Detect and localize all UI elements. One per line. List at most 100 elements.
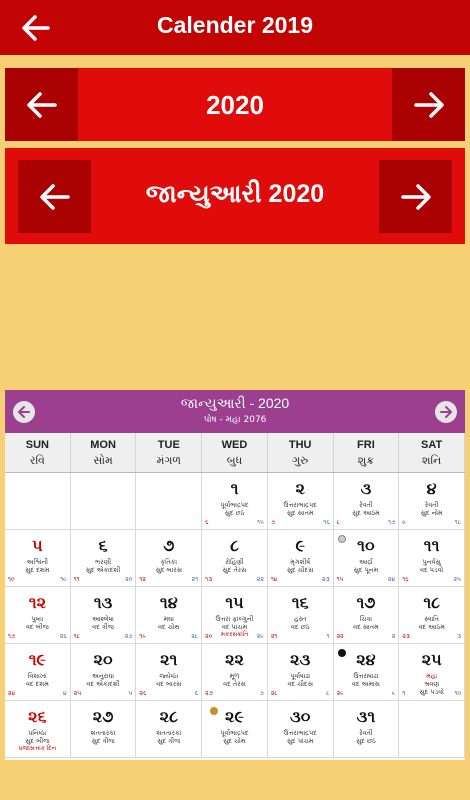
nakshatra-label: મૃગશીર્ષ [290, 558, 311, 566]
day-cell: ૧૯ વિશાખા વદ દશમ ૨૪ ૪ [5, 644, 71, 701]
day-number: ૧૪ [159, 593, 178, 612]
day-cell: ૮ રોહિણી સુદ તેરસ ૧૩ ૨૨ [202, 530, 268, 587]
weekday-en: THU [288, 439, 312, 451]
day-number: ૬ [98, 536, 108, 555]
day-cell: ૧ પૂર્વાભાદ્રપદ સુદ છઠ ૬ ૧૫ [202, 473, 268, 530]
day-cell: ૨૪ ઉત્તરાષાઢા વદ અમાસ ૨૯ ૯ [333, 644, 400, 701]
day-cell: ૩ રેવતી સુદ આઠમ ૮ ૧૭ [333, 473, 400, 530]
app-title: Calender 2019 [157, 12, 313, 38]
lunar-day-number: ૯ [402, 519, 406, 526]
arrow-right-icon [413, 91, 444, 118]
day-number: ૧૬ [291, 593, 309, 612]
day-cell: ૧૮ સ્વાતિ વદ આઠમ ૨૩ ૩ [399, 587, 465, 644]
alt-day-number: ૫ [128, 690, 133, 697]
weekday-en: SAT [421, 439, 443, 451]
alt-day-number: ૨૬ [59, 633, 67, 640]
day-number: ૧૩ [93, 593, 113, 612]
weekday-en: MON [90, 439, 116, 451]
day-cell: ૨૭ શતતારકા સુદ ત્રીજ [70, 701, 137, 758]
weekday-sun: SUN રવિ [5, 433, 71, 472]
day-cell [5, 473, 71, 530]
lunar-day-number: ૧૦ [8, 576, 15, 583]
tithi-label: સુદ છઠ [224, 509, 245, 517]
tithi-label: સુદ બારસ [155, 566, 182, 574]
day-number: ૧૮ [423, 593, 440, 612]
alt-day-number: ૨ [391, 633, 396, 640]
calendar-image: જાન્યુઆરી - 2020 પોષ - મહા 2076 SUN રવિ MO… [5, 390, 465, 760]
nakshatra-label: પૂર્વાભાદ્રપદ [220, 501, 249, 509]
day-cell: ૨૩ પૂર્વાષાઢા વદ ચૌદસ ૨૮ ૮ [267, 644, 334, 701]
weekday-gu: શુક્ર [357, 454, 375, 467]
alt-day-number: ૭ [259, 690, 264, 697]
alt-day-number: ૧૯ [60, 576, 67, 583]
day-number: ૨૬ [28, 707, 47, 726]
lunar-day-number: ૨૯ [336, 690, 344, 697]
day-number: ૨૫ [421, 650, 442, 669]
calendar-grid: ૧ પૂર્વાભાદ્રપદ સુદ છઠ ૬ ૧૫ ૨ ઉત્તરાભાદ્રપદ સુદ… [5, 473, 465, 758]
day-cell: ૧૭ ચિત્રા વદ સાતમ ૨૨ ૨ [333, 587, 400, 644]
alt-day-number: ૨૫ [453, 576, 461, 583]
nakshatra-label: રેવતી [359, 729, 373, 737]
day-cell: ૬ ભરણી સુદ એકાદશી ૧૧ ૨૦ [70, 530, 137, 587]
alt-day-number: ૧ [326, 633, 330, 640]
nakshatra-label: મહા [426, 672, 438, 680]
day-cell: ૨ ઉત્તરાભાદ્રપદ સુદ સાતમ ૭ ૧૬ [267, 473, 334, 530]
nakshatra-label: ઉત્તરા ફાલ્ગુની [215, 615, 254, 623]
day-cell: ૧૨ પુષ્ય વદ બીજ ૧૭ ૨૬ [5, 587, 71, 644]
tithi-label: સુદ ત્રીજ [91, 737, 115, 745]
calendar-sub-title: પોષ - મહા 2076 [203, 415, 267, 425]
alt-day-number: ૩ [457, 633, 461, 640]
tithi-label: સુદ ચૌદસ [286, 566, 314, 574]
day-number: ૨૭ [92, 707, 114, 726]
lunar-day-number: ૨૬ [139, 690, 147, 697]
nakshatra-label: આશ્લેષા [92, 615, 114, 623]
day-cell: ૧૫ ઉત્તરા ફાલ્ગુની વદ પાંચમ મકરસંક્રાંતિ ૨૦ ૨… [202, 587, 268, 644]
lunar-day-number: ૧૭ [8, 633, 16, 640]
weekday-en: SUN [25, 439, 49, 451]
weekday-gu: શનિ [422, 454, 442, 467]
tithi-label: સુદ દશમ [25, 566, 50, 574]
nakshatra-label: મૂળ [229, 672, 240, 680]
full-moon-icon [337, 535, 346, 543]
tithi-label: સુદ છઠ [356, 737, 376, 745]
weekday-gu: રવિ [29, 454, 45, 467]
tithi-label: સુદ સાતમ [286, 509, 314, 517]
alt-day-number: ૪ [62, 690, 67, 697]
day-number: ૨૦ [93, 650, 113, 669]
day-number: ૫ [32, 536, 43, 555]
next-month-button[interactable] [379, 160, 452, 233]
day-cell: ૧૪ મઘા વદ ચોથ ૧૯ ૨૮ [136, 587, 203, 644]
day-number: ૨૩ [290, 650, 311, 669]
new-moon-icon [337, 649, 346, 657]
app-bar: Calender 2019 [0, 0, 470, 55]
alt-day-number: ૯ [391, 690, 396, 697]
weekday-fri: FRI શુક્ર [334, 433, 400, 472]
day-cell [399, 701, 465, 758]
lunar-day-number: ૨૨ [336, 633, 344, 640]
calendar-header: જાન્યુઆરી - 2020 પોષ - મહા 2076 [5, 390, 465, 433]
month-selector: જાન્યુઆરી 2020 [5, 148, 465, 244]
tithi-label: વદ ચોથ [158, 623, 180, 631]
day-cell: ૧૬ હસ્ત વદ છઠ ૨૧ ૧ [267, 587, 334, 644]
lunar-day-number: ૨૪ [8, 690, 16, 697]
tithi-label: વદ બીજ [25, 623, 49, 631]
day-cell: ૯ મૃગશીર્ષ સુદ ચૌદસ ૧૪ ૨૩ [267, 530, 334, 587]
nakshatra-label: વિશાખા [27, 672, 47, 680]
lunar-day-number: ૨૦ [205, 633, 213, 640]
arrow-right-icon [400, 183, 431, 210]
day-cell: ૨૨ મૂળ વદ તેરસ ૨૭ ૭ [202, 644, 268, 701]
tithi-label: સુદ ત્રીજ [157, 737, 181, 745]
lunar-day-number: ૬ [205, 519, 209, 526]
nakshatra-label: ઉત્તરાષાઢા [353, 672, 379, 680]
nakshatra-label: જ્યેષ્ઠા [159, 672, 179, 680]
tithi-label: વદ પાંચમ [221, 623, 248, 631]
nakshatra-label: પૂર્વાષાઢા [290, 672, 311, 680]
alt-day-number: ૨૧ [191, 576, 199, 583]
tithi-label: વદ અમાસ [351, 680, 380, 688]
nakshatra-label: પૂર્વાભાદ્રપદ [220, 729, 249, 737]
lunar-day-number: ૧૨ [139, 576, 146, 583]
lunar-day-number: ૨૫ [73, 690, 82, 697]
next-year-button[interactable] [392, 68, 465, 141]
lunar-day-number: ૧૯ [139, 633, 146, 640]
nakshatra-label: ઉત્તરાભાદ્રપદ [283, 501, 317, 509]
